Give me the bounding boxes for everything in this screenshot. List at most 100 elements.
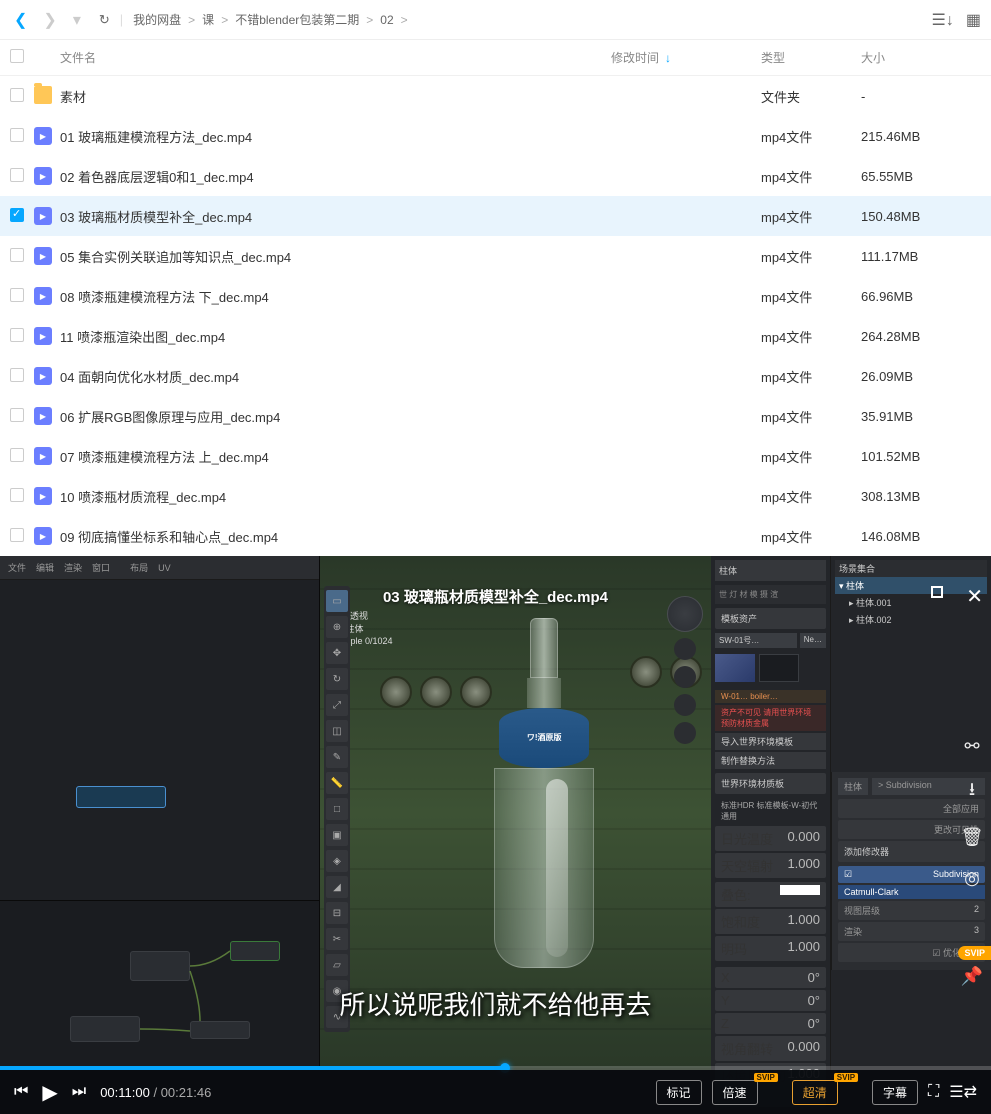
chevron-right-icon: > <box>366 13 373 27</box>
row-checkbox[interactable] <box>10 288 24 302</box>
select-all-checkbox[interactable] <box>10 49 34 66</box>
pan-icon <box>674 666 696 688</box>
file-size: 35.91MB <box>861 409 981 424</box>
video-file-icon <box>34 207 52 225</box>
file-size: 215.46MB <box>861 129 981 144</box>
file-size: 264.28MB <box>861 329 981 344</box>
col-type[interactable]: 类型 <box>761 49 861 66</box>
file-row[interactable]: 07 喷漆瓶建模流程方法 上_dec.mp4mp4文件101.52MB <box>0 436 991 476</box>
playlist-icon[interactable]: ☰⇄ <box>949 1082 977 1102</box>
file-name: 09 彻底搞懂坐标系和轴心点_dec.mp4 <box>60 530 278 545</box>
file-row[interactable]: 01 玻璃瓶建模流程方法_dec.mp4mp4文件215.46MB <box>0 116 991 156</box>
fullscreen-icon[interactable]: ⛶ <box>928 1083 939 1101</box>
maximize-icon[interactable] <box>931 586 943 598</box>
svip-badge[interactable]: SVIP <box>958 946 991 960</box>
video-controls: ⏮ ▶ ⏭ 00:11:00 / 00:21:46 标记 倍速 SVIP 超清 … <box>0 1070 991 1114</box>
play-button[interactable]: ▶ <box>42 1080 57 1105</box>
blender-node-editor <box>0 900 319 1080</box>
file-size: 101.52MB <box>861 449 981 464</box>
row-checkbox[interactable] <box>10 88 24 102</box>
download-icon[interactable]: ⭳ <box>969 777 975 807</box>
col-filename[interactable]: 文件名 <box>56 49 611 66</box>
nav-arrows: ❮ ❯ ▾ ↻ <box>10 8 110 32</box>
row-checkbox[interactable] <box>10 408 24 422</box>
file-size: - <box>861 89 981 104</box>
asset-thumb <box>759 654 799 682</box>
file-type: mp4文件 <box>761 327 861 346</box>
outliner-item: ▾ 柱体 <box>835 577 987 594</box>
mark-button[interactable]: 标记 <box>656 1080 702 1105</box>
row-checkbox[interactable] <box>10 208 24 222</box>
captions-button[interactable]: 字幕 <box>872 1080 918 1105</box>
video-content[interactable]: 文件 编辑 渲染 窗口 布局 UV <box>0 556 991 1070</box>
video-file-icon <box>34 487 52 505</box>
row-checkbox[interactable] <box>10 368 24 382</box>
file-row[interactable]: 06 扩展RGB图像原理与应用_dec.mp4mp4文件35.91MB <box>0 396 991 436</box>
file-row[interactable]: 10 喷漆瓶材质流程_dec.mp4mp4文件308.13MB <box>0 476 991 516</box>
folder-icon <box>34 86 52 104</box>
file-size: 146.08MB <box>861 529 981 544</box>
file-size: 26.09MB <box>861 369 981 384</box>
select-tool-icon: ▭ <box>326 590 348 612</box>
file-name: 05 集合实例关联追加等知识点_dec.mp4 <box>60 250 291 265</box>
file-list-header: 文件名 修改时间 ↓ 类型 大小 <box>0 40 991 76</box>
row-checkbox[interactable] <box>10 168 24 182</box>
file-type: 文件夹 <box>761 87 861 106</box>
nav-back-icon[interactable]: ❮ <box>10 8 31 32</box>
prev-button[interactable]: ⏮ <box>14 1083 28 1101</box>
file-name: 07 喷漆瓶建模流程方法 上_dec.mp4 <box>60 450 269 465</box>
settings-icon[interactable]: ◎ <box>964 868 980 889</box>
top-nav: ❮ ❯ ▾ ↻ | 我的网盘 > 课 > 不错blender包装第二期 > 02… <box>0 0 991 40</box>
file-size: 111.17MB <box>861 249 981 264</box>
shader-node <box>130 951 190 981</box>
shader-node <box>70 1016 140 1042</box>
row-checkbox[interactable] <box>10 328 24 342</box>
video-file-icon <box>34 407 52 425</box>
nav-forward-icon[interactable]: ❯ <box>39 8 60 32</box>
delete-icon[interactable]: 🗑 <box>961 827 984 848</box>
file-name: 11 喷漆瓶渲染出图_dec.mp4 <box>60 330 225 345</box>
video-player: 文件 编辑 渲染 窗口 布局 UV <box>0 556 991 1114</box>
pin-icon[interactable]: 📌 <box>961 966 983 987</box>
next-button[interactable]: ⏭ <box>72 1083 86 1101</box>
file-name: 03 玻璃瓶材质模型补全_dec.mp4 <box>60 210 252 225</box>
share-icon[interactable]: ⚯ <box>964 736 979 757</box>
glass-bottle: ワ!酒原版 <box>484 618 604 988</box>
file-row[interactable]: 03 玻璃瓶材质模型补全_dec.mp4mp4文件150.48MB <box>0 196 991 236</box>
file-row[interactable]: 02 着色器底层逻辑0和1_dec.mp4mp4文件65.55MB <box>0 156 991 196</box>
row-checkbox[interactable] <box>10 488 24 502</box>
row-checkbox[interactable] <box>10 248 24 262</box>
row-checkbox[interactable] <box>10 448 24 462</box>
col-modtime[interactable]: 修改时间 ↓ <box>611 49 761 66</box>
video-file-icon <box>34 247 52 265</box>
blender-topbar: 文件 编辑 渲染 窗口 布局 UV <box>0 556 319 580</box>
inset-tool-icon: ◈ <box>326 850 348 872</box>
file-row[interactable]: 08 喷漆瓶建模流程方法 下_dec.mp4mp4文件66.96MB <box>0 276 991 316</box>
file-row[interactable]: 09 彻底搞懂坐标系和轴心点_dec.mp4mp4文件146.08MB <box>0 516 991 556</box>
annotate-tool-icon: ✎ <box>326 746 348 768</box>
row-checkbox[interactable] <box>10 528 24 542</box>
row-checkbox[interactable] <box>10 128 24 142</box>
list-view-icon[interactable]: ☰↓ <box>932 10 954 30</box>
nav-dropdown-icon[interactable]: ▾ <box>69 8 85 32</box>
viewport-toolbar: ▭ ⊕ ✥ ↻ ⤢ ◫ ✎ 📏 □ ▣ ◈ ◢ ⊟ ✂ ▱ ◉ ∿ <box>324 586 350 1032</box>
quality-button[interactable]: 超清 <box>792 1080 838 1105</box>
breadcrumb-p3[interactable]: 02 <box>380 13 393 27</box>
subtitle-text: 所以说呢我们就不给他再去 <box>339 985 651 1022</box>
breadcrumb-p2[interactable]: 不错blender包装第二期 <box>235 11 359 28</box>
time-display: 00:11:00 / 00:21:46 <box>100 1085 211 1100</box>
file-row[interactable]: 04 面朝向优化水材质_dec.mp4mp4文件26.09MB <box>0 356 991 396</box>
file-row[interactable]: 素材文件夹- <box>0 76 991 116</box>
rotate-tool-icon: ↻ <box>326 668 348 690</box>
col-size[interactable]: 大小 <box>861 49 981 66</box>
refresh-icon[interactable]: ↻ <box>99 12 110 28</box>
breadcrumb-p1[interactable]: 课 <box>202 11 214 28</box>
file-row[interactable]: 11 喷漆瓶渲染出图_dec.mp4 mp4文件264.28MB <box>0 316 991 356</box>
grid-view-icon[interactable]: ▦ <box>966 10 981 30</box>
file-row[interactable]: 05 集合实例关联追加等知识点_dec.mp4mp4文件111.17MB <box>0 236 991 276</box>
knife-tool-icon: ✂ <box>326 928 348 950</box>
file-type: mp4文件 <box>761 127 861 146</box>
speed-button[interactable]: 倍速 <box>712 1080 758 1105</box>
breadcrumb-root[interactable]: 我的网盘 <box>133 11 181 28</box>
breadcrumb: 我的网盘 > 课 > 不错blender包装第二期 > 02 > <box>133 11 411 28</box>
